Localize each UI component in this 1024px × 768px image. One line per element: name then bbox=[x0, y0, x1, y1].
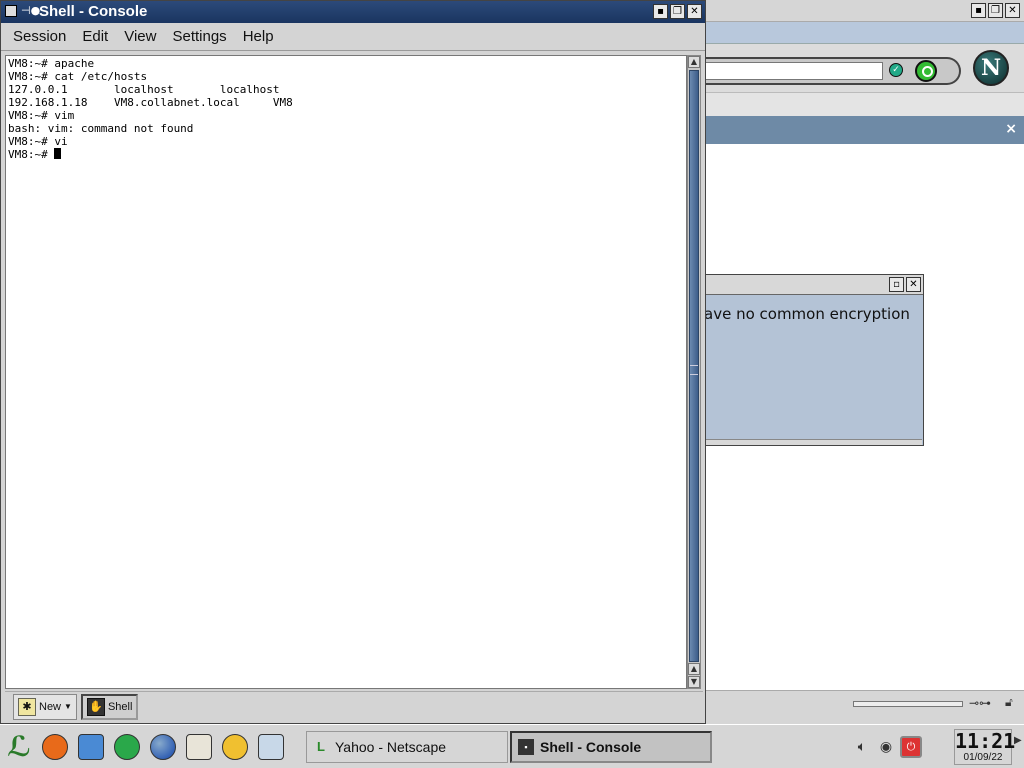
shell-icon: ✋ bbox=[86, 697, 105, 716]
scrollbar-thumb[interactable] bbox=[689, 70, 699, 662]
pen-icon[interactable] bbox=[254, 730, 288, 764]
network-icon[interactable]: ◉ bbox=[876, 737, 896, 757]
panel-hide-icon[interactable]: ▶ bbox=[1014, 735, 1022, 757]
quick-launcher: ℒ bbox=[2, 729, 288, 765]
window-menu-icon[interactable] bbox=[5, 5, 17, 17]
cube-icon[interactable] bbox=[74, 730, 108, 764]
terminal-line: VM8:~# vim bbox=[8, 109, 75, 122]
pin-icon[interactable]: ⊣● bbox=[21, 4, 40, 18]
chevron-down-icon[interactable]: ▼ bbox=[64, 702, 72, 711]
power-icon[interactable]: ⏻ bbox=[900, 736, 922, 758]
sidebar-panel-header: × bbox=[705, 116, 1024, 144]
tab-shell[interactable]: ✋ Shell bbox=[80, 693, 139, 720]
tab-shell-label: Shell bbox=[107, 700, 133, 713]
netscape-task-icon: L bbox=[317, 739, 325, 754]
terminal-line: bash: vim: command not found bbox=[8, 122, 194, 135]
task-label: Shell - Console bbox=[540, 739, 642, 755]
konsole-task-icon: ▪ bbox=[518, 739, 534, 755]
explorer-icon[interactable] bbox=[218, 730, 252, 764]
menu-edit[interactable]: Edit bbox=[74, 28, 116, 45]
session-tab-bar: ✱ New ▼ ✋ Shell bbox=[5, 691, 703, 721]
minimize-icon[interactable]: ▪ bbox=[971, 3, 986, 18]
url-input[interactable] bbox=[705, 62, 883, 80]
new-session-button[interactable]: ✱ New ▼ bbox=[13, 693, 77, 720]
life-preserver-icon[interactable] bbox=[38, 730, 72, 764]
terminal-scrollbar[interactable]: ▲ ▲ ▼ bbox=[687, 55, 701, 689]
new-session-label: New bbox=[39, 700, 62, 713]
runner-icon[interactable] bbox=[110, 730, 144, 764]
system-tray: 🔈︎ ◉ ⏻ bbox=[852, 731, 922, 763]
url-toolbar: ✓ N bbox=[705, 44, 1024, 92]
menu-view[interactable]: View bbox=[116, 28, 164, 45]
minimize-icon[interactable]: ▪ bbox=[653, 4, 668, 19]
terminal-output: VM8:~# apache VM8:~# cat /etc/hosts 127.0.… bbox=[8, 57, 293, 161]
netscape-logo[interactable]: N bbox=[973, 50, 1009, 86]
close-icon[interactable]: ✕ bbox=[687, 4, 702, 19]
terminal-line: 192.168.1.18 VM8.collabnet.local VM8 bbox=[8, 96, 293, 109]
kde-panel: ℒ L Yahoo - Netscape ▪ Shell - Console 🔈… bbox=[0, 724, 1024, 768]
clock-time: 11:21 bbox=[955, 729, 1016, 753]
task-yahoo-netscape[interactable]: L Yahoo - Netscape bbox=[306, 731, 508, 763]
progress-bar bbox=[853, 701, 963, 707]
cards-icon[interactable] bbox=[182, 730, 216, 764]
new-session-icon: ✱ bbox=[18, 697, 36, 716]
maximize-icon[interactable]: ❐ bbox=[670, 4, 685, 19]
terminal-line: VM8:~# cat /etc/hosts bbox=[8, 70, 148, 83]
close-icon[interactable]: ✕ bbox=[1005, 3, 1020, 18]
maximize-icon[interactable]: ❐ bbox=[988, 3, 1003, 18]
terminal-area[interactable]: VM8:~# apache VM8:~# cat /etc/hosts 127.0.… bbox=[5, 55, 687, 689]
terminal-line: VM8:~# apache bbox=[8, 57, 95, 70]
menu-settings[interactable]: Settings bbox=[164, 28, 234, 45]
clock-date: 01/09/22 bbox=[963, 752, 1003, 763]
scroll-down-icon[interactable]: ▼ bbox=[688, 676, 700, 688]
dialog-titlebar[interactable]: ▫ ✕ bbox=[704, 275, 923, 295]
terminal-prompt-line[interactable]: VM8:~# bbox=[8, 148, 293, 161]
scroll-up-icon[interactable]: ▲ bbox=[688, 56, 700, 68]
lock-icon[interactable]: 🔓︎ bbox=[1005, 695, 1019, 711]
text-cursor bbox=[54, 148, 62, 159]
connection-icon: ⊸⊶ bbox=[969, 696, 992, 710]
search-icon[interactable] bbox=[915, 60, 937, 82]
task-label: Yahoo - Netscape bbox=[335, 739, 447, 755]
netscape-titlebar[interactable]: ▪ ❐ ✕ bbox=[705, 0, 1024, 22]
window-title: Shell - Console bbox=[39, 3, 148, 20]
volume-icon[interactable]: 🔈︎ bbox=[852, 737, 872, 757]
task-list: L Yahoo - Netscape ▪ Shell - Console bbox=[306, 731, 712, 763]
dialog-message: ave no common encryption bbox=[704, 305, 910, 323]
security-dialog: ▫ ✕ ave no common encryption bbox=[704, 274, 924, 446]
url-field[interactable]: ✓ bbox=[705, 57, 961, 85]
menu-bar: Session Edit View Settings Help bbox=[1, 23, 705, 51]
menu-help[interactable]: Help bbox=[235, 28, 282, 45]
status-bar: ⊸⊶ 🔓︎ bbox=[705, 690, 1024, 724]
clock[interactable]: 11:21 01/09/22 bbox=[954, 729, 1016, 765]
dialog-footer bbox=[704, 439, 922, 445]
scroll-up-lower-icon[interactable]: ▲ bbox=[688, 663, 700, 675]
toolbar-strip bbox=[705, 22, 1024, 44]
grip-icon bbox=[690, 365, 698, 375]
menu-session[interactable]: Session bbox=[5, 28, 74, 45]
dialog-maximize-icon[interactable]: ▫ bbox=[889, 277, 904, 292]
konsole-window: ⊣● Shell - Console ▪ ❐ ✕ Session Edit Vi… bbox=[0, 0, 706, 724]
konsole-titlebar[interactable]: ⊣● Shell - Console ▪ ❐ ✕ bbox=[1, 1, 705, 23]
go-icon[interactable]: ✓ bbox=[889, 63, 903, 77]
terminal-prompt: VM8:~# bbox=[8, 148, 55, 161]
terminal-line: 127.0.0.1 localhost localhost bbox=[8, 83, 280, 96]
globe-icon[interactable] bbox=[146, 730, 180, 764]
task-shell-console[interactable]: ▪ Shell - Console bbox=[510, 731, 712, 763]
panel-close-icon[interactable]: × bbox=[1005, 121, 1017, 137]
dialog-close-icon[interactable]: ✕ bbox=[906, 277, 921, 292]
personal-toolbar bbox=[705, 92, 1024, 116]
terminal-line: VM8:~# vi bbox=[8, 135, 68, 148]
kde-menu-icon[interactable]: ℒ bbox=[2, 730, 36, 764]
